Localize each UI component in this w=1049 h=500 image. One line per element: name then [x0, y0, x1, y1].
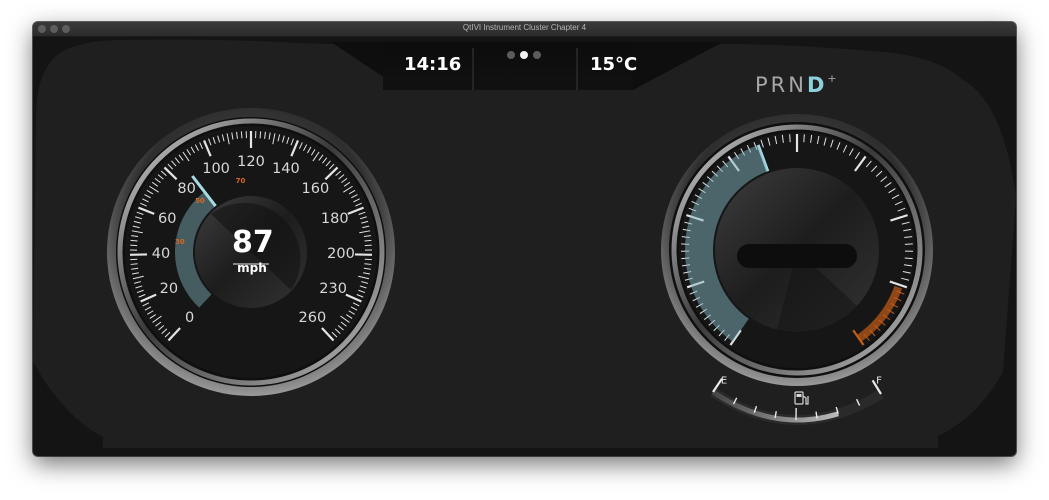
speed-tick-label: 100 — [202, 161, 230, 178]
gear-modifier: + — [827, 72, 837, 85]
speed-tick-label: 160 — [301, 181, 330, 198]
outside-temperature: 15°C — [590, 54, 638, 75]
speed-tick-label: 60 — [158, 211, 177, 227]
fuel-empty-label: E — [720, 375, 728, 387]
app-window: QtIVI Instrument Cluster Chapter 4 14:16… — [33, 22, 1016, 456]
page-dot-active[interactable] — [520, 51, 528, 59]
speed-tick-label: 120 — [237, 154, 265, 170]
gear-p: P — [755, 73, 769, 97]
clock: 14:16 — [404, 54, 462, 75]
gear-r: R — [770, 73, 787, 97]
gear-d: D — [806, 73, 826, 97]
tachometer — [661, 114, 933, 386]
gear-n: N — [788, 73, 805, 97]
tach-tick — [789, 134, 791, 143]
speed-tick-label: 230 — [319, 280, 347, 297]
speed-secondary-label: 50 — [195, 197, 205, 206]
speed-tick — [130, 239, 138, 242]
tach-tick — [904, 257, 913, 260]
speed-tick-label: 140 — [272, 161, 300, 178]
tach-tick — [803, 134, 805, 143]
speed-unit: mph — [237, 261, 267, 275]
speed-tick — [240, 131, 243, 139]
page-dot[interactable] — [507, 51, 515, 59]
gear-selector: P R N D + — [755, 72, 837, 99]
speed-tick-label: 80 — [177, 181, 196, 198]
speed-tick-label: 200 — [327, 246, 355, 263]
speed-tick-label: 40 — [151, 246, 171, 263]
fuel-full-label: F — [876, 375, 882, 387]
speed-tick-label: 0 — [184, 309, 195, 326]
speed-tick — [259, 131, 262, 139]
speed-tick — [364, 239, 372, 242]
speed-value: 87 — [232, 225, 274, 260]
page-dot[interactable] — [533, 51, 541, 59]
speed-tick-label: 260 — [298, 309, 327, 326]
speed-secondary-label: 70 — [235, 176, 246, 185]
speed-tick-label: 180 — [320, 211, 349, 227]
speed-tick-label: 20 — [159, 280, 179, 297]
speed-secondary-label: 30 — [174, 237, 185, 246]
